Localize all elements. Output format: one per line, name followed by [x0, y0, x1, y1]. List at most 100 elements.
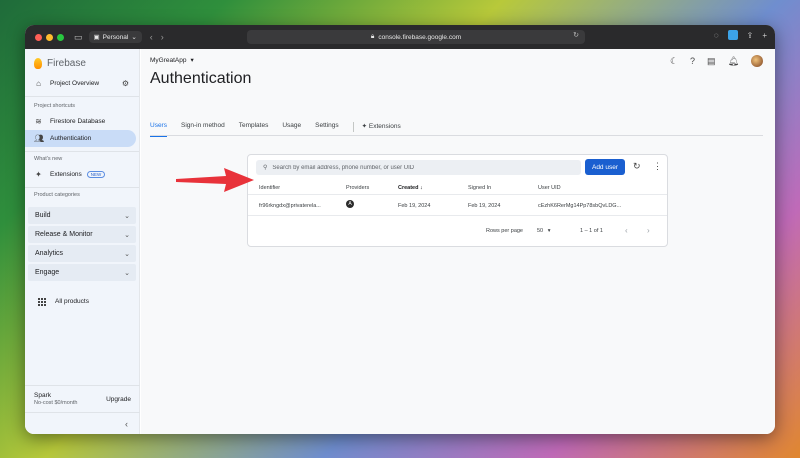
column-user-uid: User UID: [538, 185, 561, 191]
project-name: MyGreatApp: [150, 56, 187, 64]
column-providers: Providers: [346, 185, 370, 191]
column-label: Created: [398, 185, 419, 191]
chevron-down-icon: ⌄: [124, 212, 130, 220]
people-icon: 👥︎: [34, 134, 45, 143]
search-icon: ⚲: [263, 165, 268, 171]
rows-per-page-label: Rows per page: [486, 228, 523, 234]
avatar[interactable]: [751, 55, 763, 67]
project-selector[interactable]: MyGreatApp ▾: [150, 56, 194, 65]
profile-selector[interactable]: ▣ Personal ⌄: [88, 31, 142, 43]
whats-new-title: What's new: [34, 156, 63, 162]
address-bar[interactable]: 🔒︎ console.firebase.google.com ↻: [247, 30, 585, 44]
tab-label: Extensions: [368, 123, 401, 130]
back-arrow-icon[interactable]: ‹: [150, 32, 153, 42]
table-header: Identifier Providers Created ↓ Signed In…: [248, 181, 667, 195]
category-label: Engage: [35, 269, 60, 276]
upgrade-button[interactable]: Upgrade: [106, 396, 131, 403]
project-overview-label: Project Overview: [50, 80, 100, 87]
apple-provider-icon: A: [346, 200, 354, 208]
sort-arrow-down-icon: ↓: [420, 185, 423, 191]
categories-title: Product categories: [34, 192, 80, 198]
search-bar[interactable]: ⚲: [256, 160, 581, 175]
column-created[interactable]: Created ↓: [398, 185, 423, 191]
sidebar-item-label: Authentication: [50, 135, 92, 142]
profile-label: Personal: [102, 33, 129, 41]
extensions-icon: ✦: [35, 170, 42, 179]
category-release-monitor[interactable]: Release & Monitor ⌄: [28, 226, 136, 243]
url-text: console.firebase.google.com: [378, 33, 462, 41]
user-uid-cell: cEzhK6RerMg14Pp78sbQvLDG...: [538, 203, 622, 209]
share-icon[interactable]: ⇪: [747, 31, 754, 40]
new-tab-icon[interactable]: +: [762, 31, 767, 40]
signed-in-cell: Feb 19, 2024: [468, 203, 501, 209]
firebase-sidebar: Firebase ⌂ Project Overview ⚙ Project sh…: [25, 49, 140, 434]
sidebar-item-authentication[interactable]: 👥︎ Authentication: [25, 130, 136, 147]
release-notes-icon[interactable]: ▤: [707, 56, 716, 67]
home-icon: ⌂: [36, 79, 41, 88]
divider: [25, 96, 139, 97]
browser-window: ▭ ▣ Personal ⌄ ‹ › 🔒︎ console.firebase.g…: [25, 25, 775, 434]
minimize-window-button[interactable]: [46, 33, 53, 41]
firebase-brand[interactable]: Firebase: [25, 49, 139, 71]
tab-separator: [352, 122, 354, 132]
browser-toolbar: ▭ ▣ Personal ⌄ ‹ › 🔒︎ console.firebase.g…: [25, 25, 775, 49]
chevron-down-icon: ⌄: [124, 269, 130, 277]
window-controls: [35, 33, 64, 41]
new-badge: NEW: [86, 171, 106, 178]
identifier-cell: fr96rkngdx@privaterela...: [259, 203, 321, 209]
column-identifier: Identifier: [259, 185, 281, 191]
extension-icon[interactable]: [727, 30, 738, 40]
category-label: Release & Monitor: [35, 231, 93, 238]
prev-page-icon[interactable]: ‹: [625, 226, 628, 235]
sidebar-item-extensions[interactable]: ✦ Extensions NEW: [25, 166, 139, 183]
project-overview-item[interactable]: ⌂ Project Overview ⚙: [25, 75, 139, 92]
reload-icon[interactable]: ↻: [573, 31, 579, 39]
help-icon[interactable]: ?: [690, 56, 695, 66]
next-page-icon[interactable]: ›: [647, 226, 650, 235]
collapse-sidebar-icon[interactable]: ‹: [25, 412, 140, 434]
sidebar-item-firestore[interactable]: ≋ Firestore Database: [25, 113, 139, 130]
category-analytics[interactable]: Analytics ⌄: [28, 245, 136, 262]
add-user-button[interactable]: Add user: [585, 159, 625, 175]
plan-section: Spark No-cost $0/month Upgrade: [25, 385, 140, 406]
table-row[interactable]: fr96rkngdx@privaterela... A Feb 19, 2024…: [248, 196, 667, 216]
zoom-window-button[interactable]: [57, 33, 64, 41]
close-window-button[interactable]: [35, 33, 42, 41]
notifications-bell-icon[interactable]: 🔔︎: [728, 56, 739, 67]
dropdown-arrow-icon: ▾: [190, 57, 194, 64]
all-products-label: All products: [55, 298, 89, 305]
sidebar-item-label: Firestore Database: [50, 118, 106, 125]
sidebar-toggle-icon[interactable]: ▭: [74, 32, 83, 43]
category-engage[interactable]: Engage ⌄: [28, 264, 136, 281]
grid-icon: [38, 297, 46, 306]
brand-name: Firebase: [47, 57, 86, 69]
dark-mode-icon[interactable]: ☾: [670, 56, 678, 67]
chevron-down-icon: ⌄: [124, 231, 130, 239]
created-cell: Feb 19, 2024: [398, 203, 431, 209]
refresh-icon[interactable]: ↻: [633, 161, 641, 172]
shortcuts-title: Project shortcuts: [34, 103, 75, 109]
chevron-updown-icon: ⌄: [131, 34, 137, 41]
page-range: 1 – 1 of 1: [580, 228, 603, 234]
firebase-logo-icon: [34, 57, 42, 69]
firestore-icon: ≋: [35, 117, 42, 126]
dropdown-arrow-icon: ▾: [547, 228, 551, 234]
loading-ring-icon: ◌: [713, 30, 719, 40]
search-input[interactable]: [272, 164, 553, 171]
lock-icon: 🔒︎: [370, 33, 375, 40]
forward-arrow-icon[interactable]: ›: [161, 32, 164, 42]
plan-name: Spark: [34, 392, 51, 399]
more-options-icon[interactable]: ⋮: [653, 161, 662, 172]
all-products-item[interactable]: All products: [25, 293, 139, 310]
extensions-icon: ✦: [361, 123, 369, 130]
main-content: MyGreatApp ▾ Authentication ☾ ? ▤ 🔔︎ Use…: [141, 49, 775, 434]
profile-icon: ▣: [93, 34, 100, 41]
divider: [25, 187, 139, 188]
rows-per-page-value: 50: [537, 228, 544, 234]
tabs-divider: [150, 135, 763, 136]
chevron-down-icon: ⌄: [124, 250, 130, 258]
category-label: Build: [35, 212, 51, 219]
category-build[interactable]: Build ⌄: [28, 207, 136, 224]
rows-per-page-select[interactable]: 50 ▾: [537, 228, 550, 234]
gear-icon[interactable]: ⚙: [121, 79, 130, 88]
